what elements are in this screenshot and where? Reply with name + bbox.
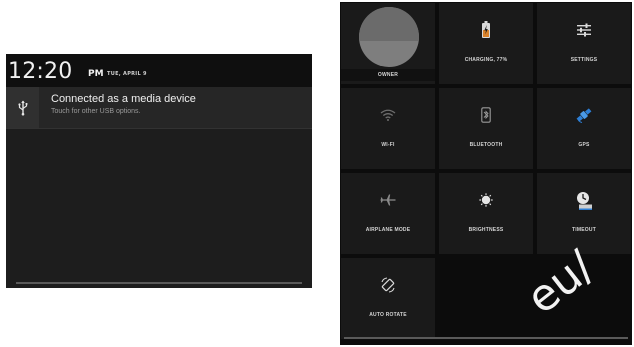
tile-timeout[interactable]: TIMEOUT — [536, 172, 632, 255]
quick-settings-drag-handle[interactable] — [344, 337, 628, 339]
brightness-icon — [439, 173, 533, 227]
tile-owner[interactable]: OWNER — [340, 2, 436, 85]
notification-title: Connected as a media device — [51, 93, 196, 105]
tile-gps-label: GPS — [578, 142, 590, 148]
tile-battery-label: CHARGING, 77% — [464, 57, 508, 63]
tile-auto-rotate-label: AUTO ROTATE — [369, 312, 407, 318]
wifi-icon — [341, 88, 435, 142]
usb-notification[interactable]: Connected as a media device Touch for ot… — [6, 87, 312, 129]
tile-bluetooth-label: BLUETOOTH — [469, 142, 503, 148]
tile-wifi-label: WI-FI — [381, 142, 395, 148]
usb-icon — [6, 87, 39, 128]
tile-owner-label: OWNER — [377, 72, 399, 78]
auto-rotate-icon — [341, 258, 435, 312]
tile-airplane-label: AIRPLANE MODE — [365, 227, 411, 233]
date-label: TUE, APRIL 9 — [107, 71, 147, 77]
tile-bluetooth[interactable]: BLUETOOTH — [438, 87, 534, 170]
tile-auto-rotate[interactable]: AUTO ROTATE — [340, 257, 436, 340]
gps-satellite-icon — [537, 88, 631, 142]
notification-header: 12:20 PM TUE, APRIL 9 — [6, 54, 312, 87]
clock-ampm: PM — [88, 69, 104, 79]
tile-timeout-label: TIMEOUT — [572, 227, 596, 233]
bluetooth-icon — [439, 88, 533, 142]
clock: 12:20 — [8, 59, 73, 84]
shade-drag-handle[interactable] — [16, 282, 302, 284]
tile-settings[interactable]: SETTINGS — [536, 2, 632, 85]
tile-airplane[interactable]: AIRPLANE MODE — [340, 172, 436, 255]
tile-settings-label: SETTINGS — [570, 57, 598, 63]
tile-brightness[interactable]: BRIGHTNESS — [438, 172, 534, 255]
tile-brightness-label: BRIGHTNESS — [468, 227, 504, 233]
notification-shade: 12:20 PM TUE, APRIL 9 Connected as a med… — [6, 54, 312, 288]
user-avatar — [359, 7, 419, 67]
settings-sliders-icon — [537, 3, 631, 57]
battery-charging-icon — [439, 3, 533, 57]
quick-settings-panel: OWNER CHARGING, 77% SETTINGS WI-FI BLUET… — [340, 2, 632, 345]
tile-battery[interactable]: CHARGING, 77% — [438, 2, 534, 85]
timeout-icon — [537, 173, 631, 227]
airplane-icon — [341, 173, 435, 227]
tile-wifi[interactable]: WI-FI — [340, 87, 436, 170]
notification-subtitle: Touch for other USB options. — [51, 108, 141, 115]
tile-gps[interactable]: GPS — [536, 87, 632, 170]
